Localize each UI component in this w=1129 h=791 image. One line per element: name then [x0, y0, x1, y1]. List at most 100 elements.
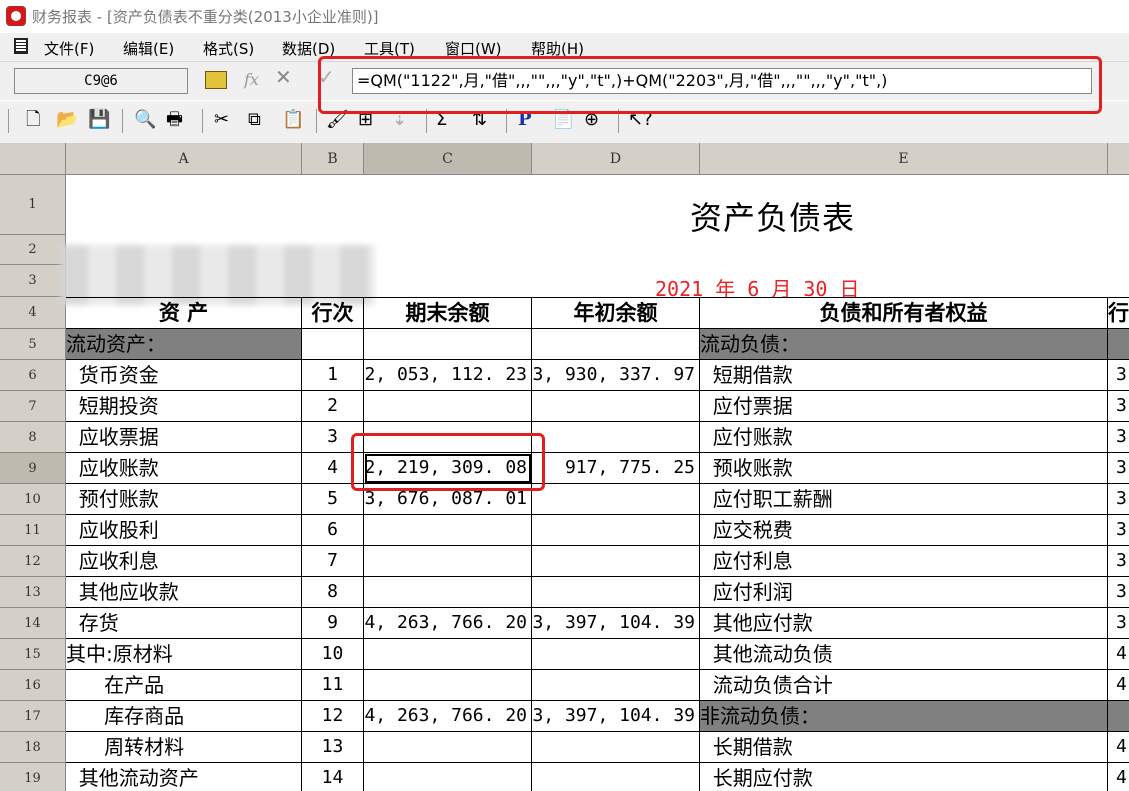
- row-header[interactable]: 8: [0, 422, 66, 453]
- row-header[interactable]: 13: [0, 577, 66, 608]
- liability-cell[interactable]: 应付利润: [700, 577, 1108, 608]
- asset-cell-end[interactable]: [364, 763, 532, 791]
- asset-cell-end[interactable]: [364, 670, 532, 701]
- asset-cell-begin[interactable]: [532, 763, 700, 791]
- copy-icon[interactable]: ⧉: [248, 109, 261, 131]
- asset-cell-begin[interactable]: [532, 484, 700, 515]
- asset-cell-line[interactable]: 14: [302, 763, 364, 791]
- asset-cell-end[interactable]: [364, 329, 532, 360]
- liability-cell[interactable]: 预收账款: [700, 453, 1108, 484]
- row-header[interactable]: 7: [0, 391, 66, 422]
- asset-cell-name[interactable]: 在产品: [66, 670, 302, 701]
- asset-cell-begin[interactable]: [532, 670, 700, 701]
- asset-cell-begin[interactable]: [532, 639, 700, 670]
- asset-cell-end[interactable]: [364, 391, 532, 422]
- liability-cell[interactable]: 应交税费: [700, 515, 1108, 546]
- cut-icon[interactable]: ✂: [214, 109, 229, 131]
- row-header[interactable]: 17: [0, 701, 66, 732]
- liability-line-cell[interactable]: 3: [1108, 484, 1129, 515]
- asset-cell-line[interactable]: 13: [302, 732, 364, 763]
- asset-cell-line[interactable]: 11: [302, 670, 364, 701]
- asset-cell-end[interactable]: 4, 263, 766. 20: [364, 608, 532, 639]
- row-header[interactable]: 2: [0, 235, 66, 265]
- liability-line-cell[interactable]: [1108, 701, 1129, 732]
- asset-cell-line[interactable]: [302, 329, 364, 360]
- asset-cell-line[interactable]: 9: [302, 608, 364, 639]
- asset-cell-name[interactable]: 其中:原材料: [66, 639, 302, 670]
- asset-cell-name[interactable]: 应收票据: [66, 422, 302, 453]
- asset-cell-end[interactable]: [364, 515, 532, 546]
- asset-cell-name[interactable]: 应收股利: [66, 515, 302, 546]
- asset-cell-begin[interactable]: [532, 391, 700, 422]
- asset-cell-name[interactable]: 其他流动资产: [66, 763, 302, 791]
- liability-line-cell[interactable]: 4: [1108, 670, 1129, 701]
- liability-line-cell[interactable]: 3: [1108, 391, 1129, 422]
- save-icon[interactable]: 💾: [88, 109, 110, 131]
- asset-cell-begin[interactable]: 3, 397, 104. 39: [532, 608, 700, 639]
- asset-cell-line[interactable]: 6: [302, 515, 364, 546]
- menu-edit[interactable]: 编辑(E): [123, 38, 174, 59]
- cancel-icon[interactable]: ✕: [275, 67, 292, 87]
- liability-cell[interactable]: 应付账款: [700, 422, 1108, 453]
- asset-cell-name[interactable]: 货币资金: [66, 360, 302, 391]
- liability-cell[interactable]: 长期借款: [700, 732, 1108, 763]
- open-icon[interactable]: 📂: [56, 109, 78, 131]
- row-header[interactable]: 12: [0, 546, 66, 577]
- asset-cell-begin[interactable]: [532, 422, 700, 453]
- liability-cell[interactable]: 流动负债：: [700, 329, 1108, 360]
- asset-cell-line[interactable]: 7: [302, 546, 364, 577]
- liability-cell[interactable]: 流动负债合计: [700, 670, 1108, 701]
- asset-cell-begin[interactable]: 3, 930, 337. 97: [532, 360, 700, 391]
- liability-line-cell[interactable]: [1108, 329, 1129, 360]
- liability-line-cell[interactable]: 4: [1108, 763, 1129, 791]
- calculator-icon[interactable]: [205, 71, 227, 89]
- column-header-a[interactable]: A: [66, 143, 302, 175]
- print-preview-icon[interactable]: 🔍: [134, 109, 156, 131]
- row-header[interactable]: 6: [0, 360, 66, 391]
- asset-cell-end[interactable]: [364, 639, 532, 670]
- new-icon[interactable]: 🗋: [26, 109, 40, 131]
- asset-cell-begin[interactable]: [532, 329, 700, 360]
- row-header[interactable]: 11: [0, 515, 66, 546]
- liability-line-cell[interactable]: 3: [1108, 577, 1129, 608]
- liability-cell[interactable]: 其他流动负债: [700, 639, 1108, 670]
- row-header[interactable]: 9: [0, 453, 66, 484]
- asset-cell-line[interactable]: 10: [302, 639, 364, 670]
- liability-line-cell[interactable]: 3: [1108, 608, 1129, 639]
- liability-line-cell[interactable]: 3: [1108, 360, 1129, 391]
- asset-cell-line[interactable]: 8: [302, 577, 364, 608]
- row-header[interactable]: 14: [0, 608, 66, 639]
- menu-format[interactable]: 格式(S): [203, 38, 254, 59]
- column-header-b[interactable]: B: [302, 143, 364, 175]
- liability-cell[interactable]: 应付票据: [700, 391, 1108, 422]
- asset-cell-end[interactable]: 2, 053, 112. 23: [364, 360, 532, 391]
- liability-line-cell[interactable]: 4: [1108, 732, 1129, 763]
- asset-cell-end[interactable]: [364, 546, 532, 577]
- asset-cell-name[interactable]: 短期投资: [66, 391, 302, 422]
- asset-cell-name[interactable]: 存货: [66, 608, 302, 639]
- asset-cell-end[interactable]: 4, 263, 766. 20: [364, 701, 532, 732]
- print-icon[interactable]: 🖶: [166, 109, 183, 131]
- asset-cell-name[interactable]: 库存商品: [66, 701, 302, 732]
- asset-cell-line[interactable]: 2: [302, 391, 364, 422]
- asset-cell-line[interactable]: 12: [302, 701, 364, 732]
- column-header-c[interactable]: C: [364, 143, 532, 175]
- column-header-e[interactable]: E: [700, 143, 1108, 175]
- asset-cell-name[interactable]: 流动资产：: [66, 329, 302, 360]
- liability-cell[interactable]: 非流动负债：: [700, 701, 1108, 732]
- liability-cell[interactable]: 应付利息: [700, 546, 1108, 577]
- column-header-d[interactable]: D: [532, 143, 700, 175]
- asset-cell-begin[interactable]: [532, 515, 700, 546]
- row-header[interactable]: 1: [0, 175, 66, 235]
- cell-reference-box[interactable]: C9@6: [14, 68, 188, 94]
- asset-cell-line[interactable]: 1: [302, 360, 364, 391]
- liability-line-cell[interactable]: 3: [1108, 546, 1129, 577]
- row-header[interactable]: 4: [0, 297, 66, 329]
- liability-line-cell[interactable]: 3: [1108, 515, 1129, 546]
- asset-cell-begin[interactable]: [532, 577, 700, 608]
- menu-file[interactable]: 文件(F): [44, 38, 94, 59]
- asset-cell-name[interactable]: 其他应收款: [66, 577, 302, 608]
- document-icon[interactable]: [14, 38, 28, 54]
- row-header[interactable]: 5: [0, 329, 66, 360]
- row-header[interactable]: 10: [0, 484, 66, 515]
